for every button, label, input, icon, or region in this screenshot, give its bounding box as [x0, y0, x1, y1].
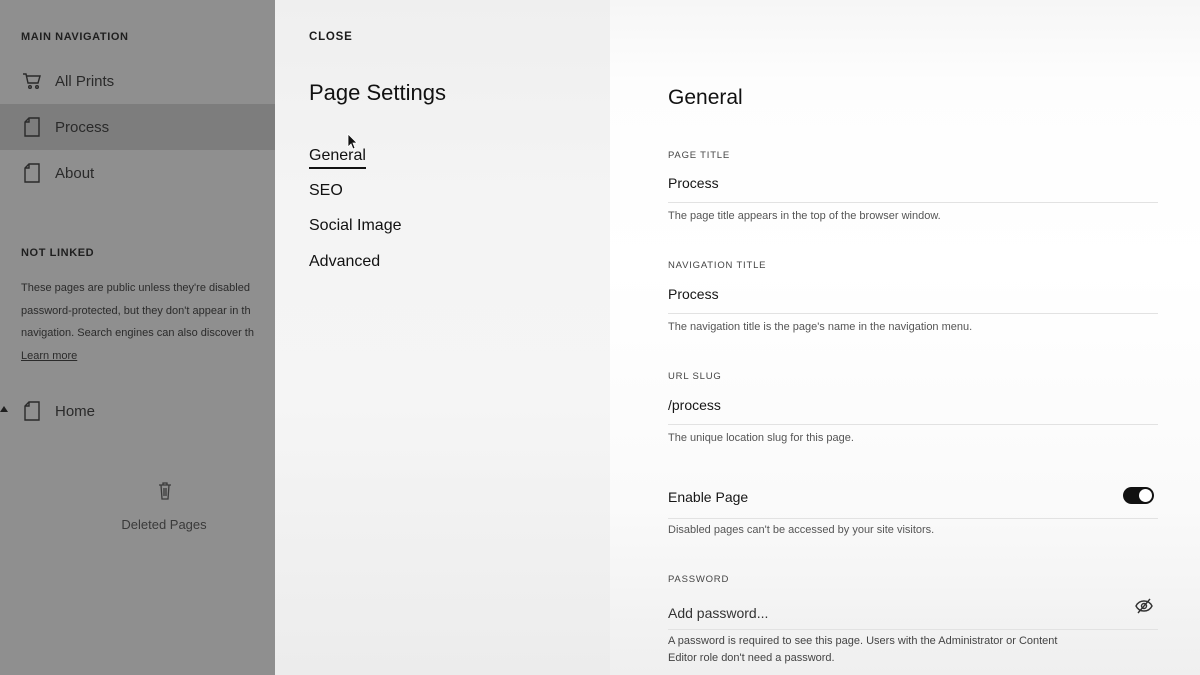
sidebar-item-label: Process	[55, 118, 110, 136]
general-settings-panel: General PAGE TITLE Process The page titl…	[610, 0, 1200, 675]
note-line: These pages are public unless they're di…	[21, 282, 250, 294]
url-slug-help: The unique location slug for this page.	[668, 432, 854, 444]
note-line: password-protected, but they don't appea…	[21, 304, 251, 317]
mouse-cursor-icon	[347, 133, 359, 151]
tab-advanced[interactable]: Advanced	[309, 253, 380, 271]
enable-page-label: Enable Page	[668, 489, 749, 505]
password-help-line: Editor role don't need a password.	[668, 652, 835, 664]
main-navigation-heading: MAIN NAVIGATION	[21, 31, 129, 43]
tab-social-image[interactable]: Social Image	[309, 217, 402, 235]
tab-seo[interactable]: SEO	[309, 182, 343, 200]
enable-page-help: Disabled pages can't be accessed by your…	[668, 524, 935, 536]
password-label: PASSWORD	[668, 574, 730, 585]
sidebar-item-all-prints[interactable]: All Prints	[0, 58, 275, 104]
close-button[interactable]: CLOSE	[309, 31, 353, 43]
site-navigation-sidebar: MAIN NAVIGATION All Prints Process About…	[0, 0, 275, 675]
page-settings-title: Page Settings	[309, 80, 446, 105]
sidebar-item-home[interactable]: Home	[0, 388, 275, 434]
trash-icon[interactable]	[155, 480, 175, 502]
general-title: General	[668, 86, 743, 109]
page-settings-menu: CLOSE Page Settings General SEO Social I…	[275, 0, 610, 675]
navigation-title-help: The navigation title is the page's name …	[668, 321, 973, 333]
page-title-help: The page title appears in the top of the…	[668, 210, 941, 222]
not-linked-description: These pages are public unless they're di…	[21, 277, 275, 363]
password-input[interactable]	[668, 597, 1158, 630]
learn-more-link[interactable]: Learn more	[21, 350, 77, 362]
enable-page-toggle[interactable]	[1123, 487, 1154, 504]
page-icon	[22, 400, 42, 422]
sidebar-item-label: Home	[55, 402, 96, 420]
page-icon	[22, 116, 42, 138]
note-line: navigation. Search engines can also disc…	[21, 327, 254, 339]
page-title-field[interactable]: Process	[668, 175, 1158, 203]
cart-icon	[22, 70, 42, 92]
sidebar-item-label: About	[55, 164, 95, 182]
url-slug-label: URL SLUG	[668, 371, 722, 382]
password-help: A password is required to see this page.…	[668, 633, 1058, 667]
eye-slash-icon[interactable]	[1134, 598, 1156, 616]
toggle-knob	[1139, 489, 1152, 502]
page-icon	[22, 162, 42, 184]
navigation-title-label: NAVIGATION TITLE	[668, 260, 767, 271]
page-title-label: PAGE TITLE	[668, 150, 731, 161]
sidebar-item-about[interactable]: About	[0, 150, 275, 196]
sidebar-item-process[interactable]: Process	[0, 104, 275, 150]
navigation-title-field[interactable]: Process	[668, 286, 1158, 314]
not-linked-heading: NOT LINKED	[21, 247, 95, 259]
enable-page-row: Enable Page	[668, 487, 1158, 519]
password-help-line: A password is required to see this page.…	[668, 635, 1058, 647]
url-slug-field[interactable]: /process	[668, 397, 1158, 425]
sidebar-item-label: All Prints	[55, 72, 115, 90]
